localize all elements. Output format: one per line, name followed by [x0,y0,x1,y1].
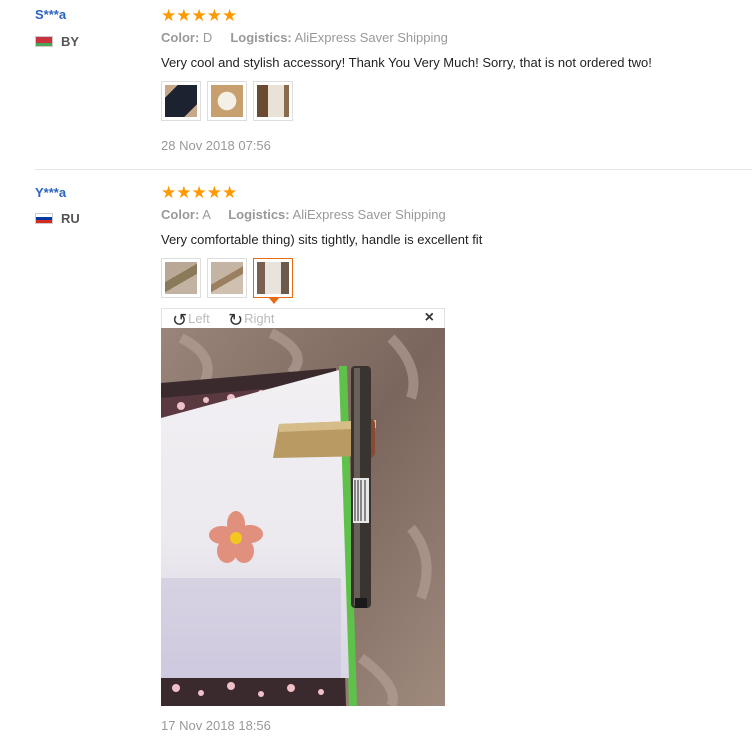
review-photo-thumb[interactable] [207,258,247,298]
reviewer-name[interactable]: Y***a [35,185,66,200]
russia-flag-icon [35,213,53,224]
photo-viewer: ↺Left ↻Right × [161,308,445,708]
country-code: BY [61,34,80,49]
review-photos [161,81,293,121]
review-date: 28 Nov 2018 07:56 [161,138,271,153]
rotate-right-icon: ↻ [228,310,244,330]
close-icon[interactable]: × [425,309,434,327]
photo-viewer-toolbar: ↺Left ↻Right × [161,308,445,330]
rotate-left-label: Left [188,311,210,326]
color-value: A [202,207,211,222]
review-photo-large [161,328,445,706]
logistics-label: Logistics: [230,30,292,45]
order-info: Color: D Logistics: AliExpress Saver Shi… [161,30,448,45]
color-value: D [202,30,213,45]
logistics-value: AliExpress Saver Shipping [292,207,446,222]
review-photo-image [161,328,445,706]
logistics-label: Logistics: [228,207,290,222]
star-rating: ★★★★★ [161,183,238,202]
reviewer-country: RU [35,211,80,226]
review-photo-thumb[interactable] [161,258,201,298]
review-photo-thumb[interactable] [207,81,247,121]
review-photo-thumb-selected[interactable] [253,258,293,304]
review-photos [161,258,293,304]
color-label: Color: [161,30,200,45]
rotate-right-label: Right [244,311,275,326]
review-text: Very cool and stylish accessory! Thank Y… [161,55,652,70]
review-date: 17 Nov 2018 18:56 [161,718,271,733]
review-photo-thumb[interactable] [161,81,201,121]
star-rating: ★★★★★ [161,6,238,25]
review-item: Y***a RU ★★★★★ Color: A Logistics: AliEx… [0,170,752,748]
rotate-left-icon: ↺ [172,310,188,330]
order-info: Color: A Logistics: AliExpress Saver Shi… [161,207,446,222]
review-item: S***a BY ★★★★★ Color: D Logistics: AliEx… [0,0,752,170]
country-code: RU [61,211,80,226]
logistics-value: AliExpress Saver Shipping [294,30,448,45]
review-text: Very comfortable thing) sits tightly, ha… [161,232,483,247]
review-photo-thumb[interactable] [253,81,293,121]
color-label: Color: [161,207,200,222]
reviewer-name[interactable]: S***a [35,7,66,22]
reviewer-country: BY [35,34,79,49]
belarus-flag-icon [35,36,53,47]
